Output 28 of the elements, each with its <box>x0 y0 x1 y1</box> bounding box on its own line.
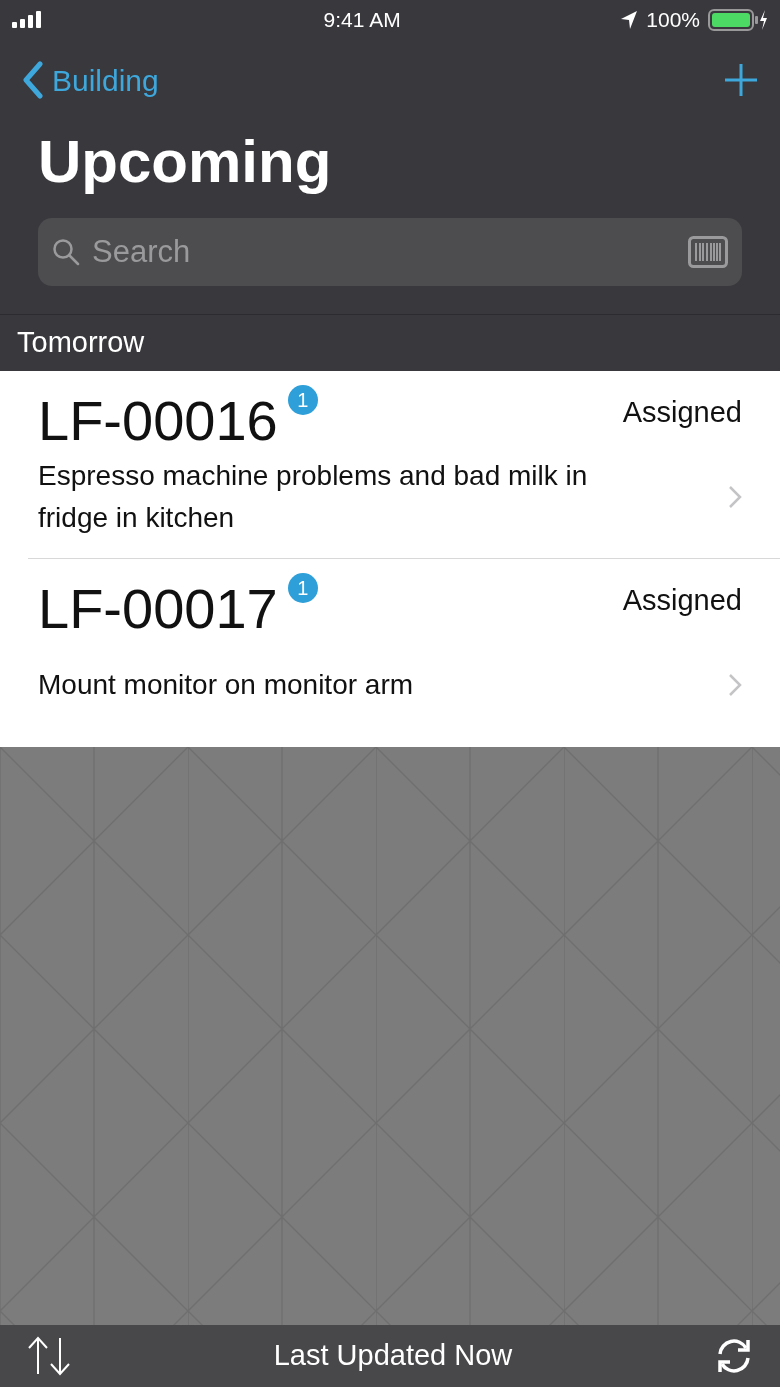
search-icon <box>52 238 80 266</box>
add-icon[interactable] <box>724 63 758 97</box>
chevron-right-icon <box>728 484 742 509</box>
last-updated-text: Last Updated Now <box>273 1338 513 1374</box>
signal-icon <box>12 10 44 30</box>
status-label: Assigned <box>622 583 742 618</box>
ticket-description: Espresso machine problems and bad milk in fridge in kitchen <box>38 458 589 535</box>
chevron-left-icon <box>22 61 44 99</box>
ticket-id: LF-00017 <box>38 581 278 637</box>
battery-icon <box>708 9 768 31</box>
ticket-id: LF-00016 <box>38 393 278 449</box>
search-field[interactable]: Search <box>92 228 676 276</box>
section-header: Tomorrow <box>17 325 145 361</box>
back-button[interactable]: Building <box>22 57 159 103</box>
page-title: Upcoming <box>37 127 333 197</box>
battery-percentage: 100% <box>646 7 700 34</box>
count-badge: 1 <box>287 573 318 603</box>
ticket-description: Mount monitor on monitor arm <box>38 668 415 702</box>
list-row[interactable]: LF-00017 1 Assigned Mount monitor on monitor arm <box>28 559 780 747</box>
status-label: Assigned <box>622 395 742 430</box>
status-time: 9:41 AM <box>323 7 401 34</box>
barcode-icon[interactable] <box>688 236 728 268</box>
list-row[interactable]: LF-00016 1 Assigned Espresso machine problems and bad milk in fridge in kitchen <box>28 371 780 559</box>
count-badge: 1 <box>287 385 318 415</box>
location-icon <box>620 10 639 30</box>
chevron-right-icon <box>728 673 742 697</box>
sort-icon[interactable] <box>26 1336 72 1376</box>
search-bar[interactable]: Search <box>38 218 742 286</box>
